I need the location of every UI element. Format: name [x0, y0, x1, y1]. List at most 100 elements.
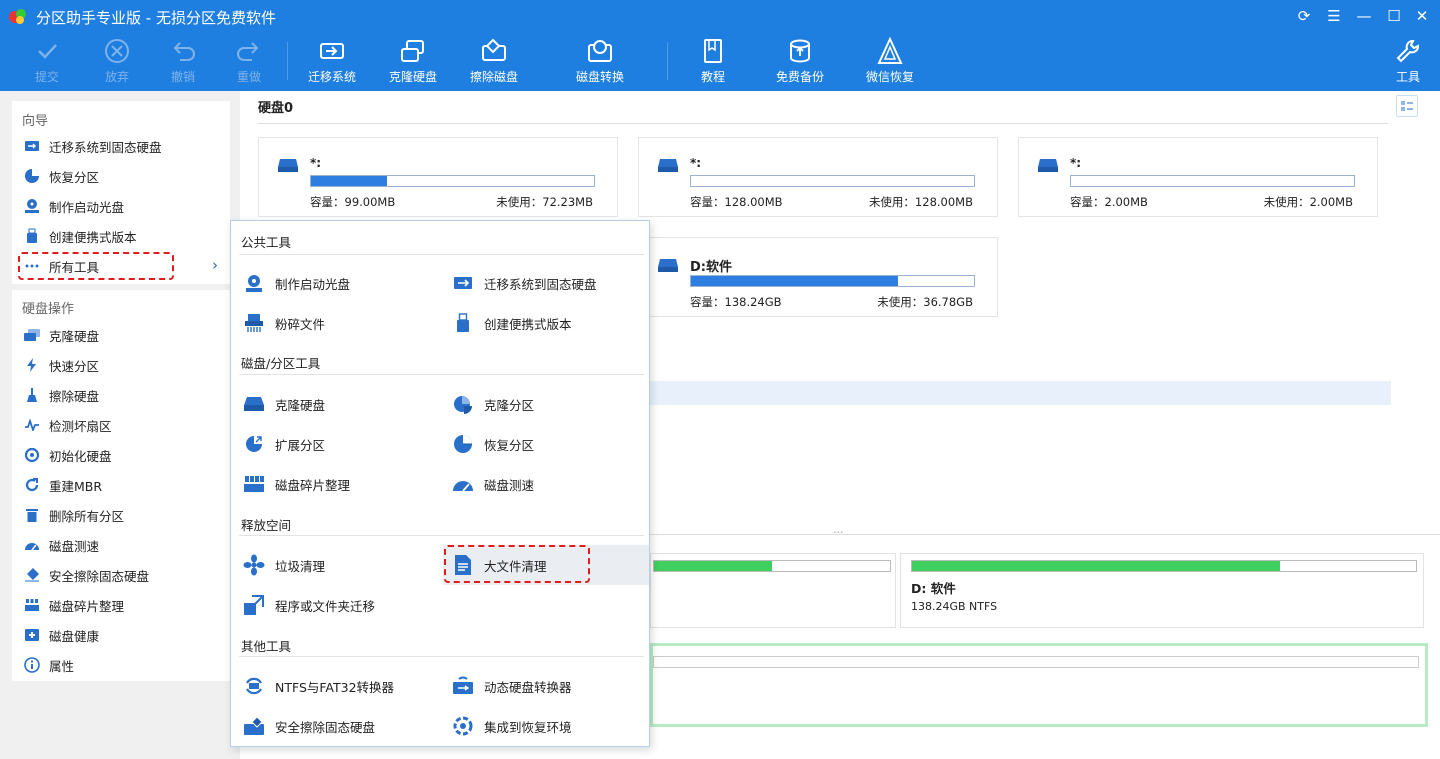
info-icon — [23, 656, 41, 674]
toolbar-migrate-os-button[interactable]: 迁移系统 — [297, 36, 367, 88]
sidebar-item-wipe-disk[interactable]: 擦除硬盘 — [20, 381, 222, 409]
toolbar-wipe-disk-button[interactable]: 擦除磁盘 — [459, 36, 529, 88]
migrate-icon — [452, 272, 474, 294]
tool-item-ssd-secure-erase[interactable]: 安全擦除固态硬盘 — [243, 711, 375, 741]
tool-item-disk-speed-test[interactable]: 磁盘测速 — [452, 469, 534, 499]
view-toggle-button[interactable] — [1396, 95, 1418, 117]
tool-item-portable-version[interactable]: 创建便携式版本 — [452, 308, 572, 338]
tool-item-app-folder-move[interactable]: 程序或文件夹迁移 — [243, 590, 375, 620]
dynamic-disk-icon — [452, 675, 474, 697]
group-divider — [239, 254, 644, 255]
partition-card-d[interactable]: D:软件 容量：138.24GB 未使用：36.78GB — [638, 237, 998, 317]
group-divider — [239, 374, 644, 375]
wizard-section-title: 向导 — [22, 114, 49, 129]
tool-item-clone-disk[interactable]: 克隆硬盘 — [243, 389, 325, 419]
app-logo-icon — [9, 9, 26, 24]
refresh-icon[interactable]: ⟳ — [1292, 4, 1316, 28]
map-empty-bar — [653, 656, 1419, 668]
health-icon — [23, 626, 41, 644]
tool-item-recovery-environment[interactable]: 集成到恢复环境 — [452, 711, 572, 741]
sidebar-item-ssd-secure-erase[interactable]: 安全擦除固态硬盘 — [20, 561, 222, 589]
sidebar-item-disk-health[interactable]: 磁盘健康 — [20, 621, 222, 649]
tool-item-boot-disc[interactable]: 制作启动光盘 — [243, 268, 350, 298]
sidebar-item-properties[interactable]: 属性 — [20, 651, 222, 679]
sidebar-item-bad-sector-check[interactable]: 检测坏扇区 — [20, 411, 222, 439]
toolbar-free-backup-button[interactable]: 免费备份 — [765, 36, 835, 88]
defrag-icon — [243, 473, 265, 495]
tool-item-junk-cleanup[interactable]: 垃圾清理 — [243, 550, 325, 580]
splitter-grip[interactable]: ··· — [833, 526, 844, 539]
sidebar-item-quick-partition[interactable]: 快速分区 — [20, 351, 222, 379]
partition-card[interactable]: *: 容量：2.00MB 未使用：2.00MB — [1018, 137, 1378, 217]
tool-item-recover-partition[interactable]: 恢复分区 — [452, 429, 534, 459]
maximize-button[interactable]: ☐ — [1382, 4, 1406, 28]
usage-bar — [690, 175, 975, 187]
tool-item-ntfs-fat32-converter[interactable]: NTFS与FAT32转换器 — [243, 671, 394, 701]
rebuild-icon — [23, 476, 41, 494]
toolbar-clone-disk-button[interactable]: 克隆硬盘 — [378, 36, 448, 88]
title-bar: 分区助手专业版 - 无损分区免费软件 ⟳ ☰ — ☐ ✕ — [0, 0, 1440, 32]
toolbar-submit-button[interactable]: 提交 — [12, 36, 82, 88]
toolbar-redo-button[interactable]: 重做 — [214, 36, 284, 88]
group-title-disk-partition: 磁盘/分区工具 — [241, 356, 321, 371]
partition-card[interactable]: *: 容量：99.00MB 未使用：72.23MB — [258, 137, 618, 217]
sidebar-item-disk-speed-test[interactable]: 磁盘测速 — [20, 531, 222, 559]
sidebar-item-delete-all-partitions[interactable]: 删除所有分区 — [20, 501, 222, 529]
map-usage-fill — [654, 561, 772, 571]
disk-map-partition[interactable] — [650, 553, 896, 628]
sidebar-item-migrate-os[interactable]: 迁移系统到固态硬盘 — [20, 132, 222, 160]
section-divider — [12, 284, 230, 290]
sidebar-item-clone-disk[interactable]: 克隆硬盘 — [20, 321, 222, 349]
tool-item-clone-partition[interactable]: 克隆分区 — [452, 389, 534, 419]
pie-recover-icon — [452, 433, 474, 455]
disk-map-partition-d[interactable]: D: 软件 138.24GB NTFS — [900, 553, 1424, 628]
check-icon — [38, 44, 57, 59]
tool-item-extend-partition[interactable]: 扩展分区 — [243, 429, 325, 459]
usage-bar — [1070, 175, 1355, 187]
tool-item-dynamic-disk-converter[interactable]: 动态硬盘转换器 — [452, 671, 572, 701]
toolbar-undo-button[interactable]: 撤销 — [148, 36, 218, 88]
sidebar-item-defrag[interactable]: 磁盘碎片整理 — [20, 591, 222, 619]
wipe-disk-icon — [482, 38, 506, 61]
backup-icon — [790, 39, 810, 63]
redo-icon — [237, 42, 259, 61]
close-button[interactable]: ✕ — [1410, 4, 1434, 28]
sidebar-item-rebuild-mbr[interactable]: 重建MBR — [20, 471, 222, 499]
group-title-free-space: 释放空间 — [241, 518, 292, 533]
shredder-icon — [243, 312, 265, 334]
usage-fill — [311, 176, 388, 186]
sidebar-item-portable-version[interactable]: 创建便携式版本 — [20, 222, 222, 250]
toolbar-tools-button[interactable]: 工具 — [1373, 36, 1440, 88]
usb-icon — [23, 227, 41, 245]
map-partition-info: 138.24GB NTFS — [911, 600, 998, 613]
migrate-icon — [23, 137, 41, 155]
tool-item-migrate-os[interactable]: 迁移系统到固态硬盘 — [452, 268, 597, 298]
group-title-other-tools: 其他工具 — [241, 639, 292, 654]
usage-bar — [310, 175, 595, 187]
map-usage-bar — [911, 560, 1417, 572]
sidebar-item-boot-disc[interactable]: 制作启动光盘 — [20, 192, 222, 220]
partition-card[interactable]: *: 容量：128.00MB 未使用：128.00MB — [638, 137, 998, 217]
pie-recover-icon — [23, 167, 41, 185]
boot-disc-icon — [23, 197, 41, 215]
toolbar-tutorial-button[interactable]: 教程 — [678, 36, 748, 88]
minimize-button[interactable]: — — [1352, 4, 1376, 28]
sidebar-item-recover-partition[interactable]: 恢复分区 — [20, 162, 222, 190]
tool-item-shred-files[interactable]: 粉碎文件 — [243, 308, 325, 338]
toolbar-discard-button[interactable]: 放弃 — [82, 36, 152, 88]
disk-title: 硬盘0 — [258, 101, 294, 116]
menu-icon[interactable]: ☰ — [1322, 4, 1346, 28]
migrate-disk-icon — [320, 43, 344, 59]
gear-recovery-icon — [452, 715, 474, 737]
panel-splitter[interactable] — [650, 534, 1440, 535]
disk-title-divider — [258, 123, 1388, 124]
toolbar-wechat-recovery-button[interactable]: 微信恢复 — [855, 36, 925, 88]
sidebar-item-init-disk[interactable]: 初始化硬盘 — [20, 441, 222, 469]
disk-map-selected-row[interactable] — [650, 643, 1428, 727]
toolbar-convert-disk-button[interactable]: 磁盘转换 — [565, 36, 635, 88]
map-partition-name: D: 软件 — [911, 581, 956, 596]
eraser-icon — [23, 566, 41, 584]
tool-item-defrag[interactable]: 磁盘碎片整理 — [243, 469, 350, 499]
undo-icon — [173, 42, 195, 61]
toolbar-divider — [287, 42, 288, 80]
